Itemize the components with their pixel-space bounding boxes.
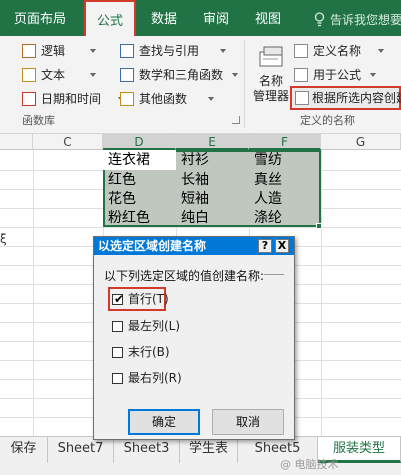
group-separator [244,40,245,128]
cancel-button[interactable]: 取消 [212,409,284,435]
sheet-tab[interactable]: Sheet3 [114,437,180,463]
dialog-launcher-icon[interactable] [232,116,240,124]
grid-line [33,150,34,436]
column-header-c[interactable]: C [33,134,103,150]
cell-f1[interactable]: 雪纺 [250,151,282,170]
chevron-down-icon [232,73,238,77]
cell-e1[interactable]: 衬衫 [177,151,209,170]
define-name-icon [294,44,308,58]
cell-d1[interactable]: 连衣裙 [104,151,150,170]
column-header-f[interactable]: F [249,134,321,150]
cell-e4[interactable]: 纯白 [177,209,209,228]
dialog-divider [264,274,284,275]
function-library-label: 函数库 [22,114,55,127]
more-functions-icon [120,92,134,106]
grid-line [321,150,322,436]
name-manager-button[interactable]: 名称 管理器 [250,42,292,108]
cell-d2[interactable]: 红色 [104,171,136,190]
close-button[interactable]: X [275,239,289,253]
cell-f3[interactable]: 人造 [250,190,282,209]
lookup-icon [120,44,134,58]
ok-button[interactable]: 确定 [128,409,200,435]
sheet-tab[interactable]: 学生表 [180,437,238,463]
watermark: @ 电脑技术 [280,458,339,471]
column-header-e[interactable]: E [176,134,249,150]
ribbon-tab-bar: 页面布局 公式 数据 审阅 视图 告诉我您想要 [0,0,401,38]
tell-me-search[interactable]: 告诉我您想要 [330,0,401,36]
sheet-tab[interactable]: 保存 [0,437,48,463]
create-names-dialog: 以选定区域创建名称 ? X 以下列选定区域的值创建名称: ✔ 首行(T) 最左列… [93,236,295,440]
name-manager-label: 名称 管理器 [252,74,289,103]
create-from-selection-icon [295,91,309,105]
checkbox-box[interactable] [112,373,123,384]
create-from-selection-button[interactable]: 根据所选内容创建 [290,86,401,110]
sheet-tab[interactable]: Sheet7 [48,437,114,463]
cell-e3[interactable]: 短袖 [177,190,209,209]
checkbox-box[interactable] [112,347,123,358]
fill-handle[interactable] [316,223,322,229]
text-icon [22,68,36,82]
column-header-d[interactable]: D [103,134,176,150]
tab-page-layout[interactable]: 页面布局 [8,0,72,36]
cell-fragment: ξ [0,232,7,246]
ribbon-formulas: 逻辑 文本 日期和时间 查找与引用 数学和三角函数 其他函数 函数库 名称 管理… [0,36,401,134]
calendar-icon [22,92,36,106]
tab-formulas[interactable]: 公式 [84,0,136,38]
cell-f2[interactable]: 真丝 [250,171,282,190]
chevron-down-icon [90,73,96,77]
logical-icon [22,44,36,58]
checkmark-icon: ✔ [114,292,125,306]
chevron-down-icon [208,97,214,101]
math-icon [120,68,134,82]
help-button[interactable]: ? [258,239,272,253]
chevron-down-icon [378,49,384,53]
defined-names-label: 定义的名称 [300,114,355,127]
tab-data[interactable]: 数据 [142,0,186,36]
dialog-prompt: 以下列选定区域的值创建名称: [104,269,265,283]
chevron-down-icon [220,49,226,53]
checkbox-box[interactable] [112,321,123,332]
name-manager-icon [259,46,283,67]
tab-review[interactable]: 审阅 [194,0,238,36]
cell-d3[interactable]: 花色 [104,190,136,209]
tab-view[interactable]: 视图 [246,0,290,36]
checkbox-box[interactable]: ✔ [112,292,124,306]
cell-f4[interactable]: 涤纶 [250,209,282,228]
use-in-formula-icon [294,68,308,82]
lightbulb-icon [314,12,325,27]
chevron-down-icon [370,73,376,77]
sheet-tab-bar: 保存 Sheet7 Sheet3 学生表 Sheet5 服装类型 [0,436,401,475]
column-header-blank [0,134,33,150]
cell-d4[interactable]: 粉红色 [104,209,150,228]
cell-e2[interactable]: 长袖 [177,171,209,190]
chevron-down-icon [90,49,96,53]
column-header-g[interactable]: G [321,134,401,150]
